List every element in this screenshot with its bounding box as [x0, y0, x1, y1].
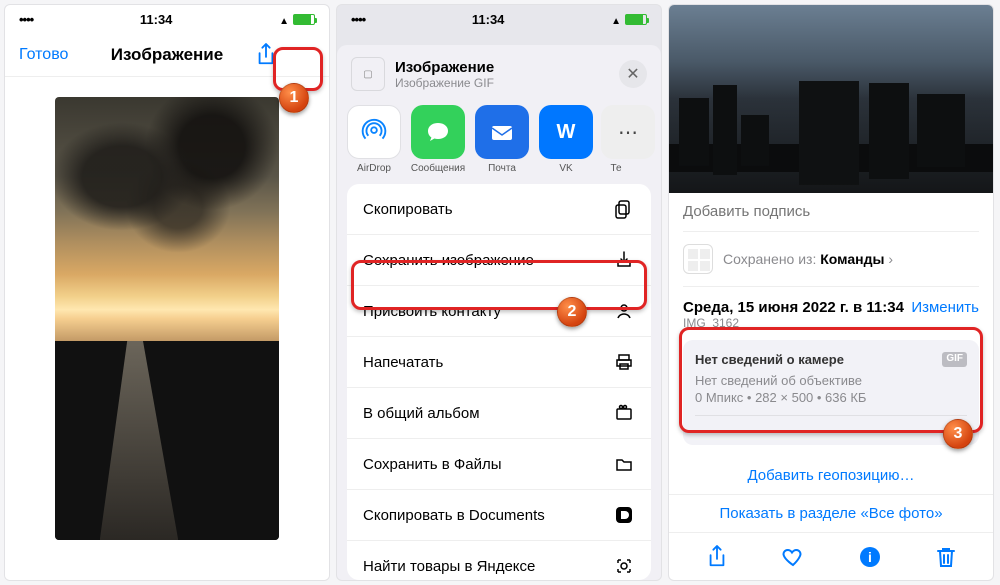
- sunset-image: [55, 97, 279, 540]
- signal-icon: [351, 12, 365, 27]
- photo-date: Среда, 15 июня 2022 г. в 11:34: [683, 299, 904, 316]
- saved-from-prefix: Сохранено из:: [723, 251, 820, 267]
- step-badge-3: 3: [943, 419, 973, 449]
- highlight-3: [679, 327, 983, 433]
- share-app-label: Почта: [473, 163, 531, 174]
- share-app-label: AirDrop: [345, 163, 403, 174]
- action-shared-album[interactable]: В общий альбом: [347, 388, 651, 439]
- trash-icon[interactable]: [935, 545, 957, 569]
- action-save-files[interactable]: Сохранить в Файлы: [347, 439, 651, 490]
- action-print[interactable]: Напечатать: [347, 337, 651, 388]
- shortcuts-icon: [683, 244, 713, 274]
- share-mail[interactable]: Почта: [473, 105, 531, 172]
- wifi-icon: [611, 12, 621, 27]
- sheet-subtitle: Изображение GIF: [395, 76, 494, 90]
- action-label: В общий альбом: [363, 405, 480, 422]
- show-all-photos-button[interactable]: Показать в разделе «Все фото»: [669, 495, 993, 532]
- close-button[interactable]: ✕: [619, 60, 647, 88]
- action-label: Скопировать: [363, 201, 453, 218]
- action-label: Скопировать в Documents: [363, 507, 545, 524]
- caption-input[interactable]: [683, 203, 979, 220]
- step-badge-1: 1: [279, 83, 309, 113]
- done-button[interactable]: Готово: [19, 46, 79, 64]
- saved-from-row[interactable]: Сохранено из: Команды ›: [669, 232, 993, 286]
- action-label: Напечатать: [363, 354, 443, 371]
- status-bar: 11:34: [337, 5, 661, 33]
- album-icon: [613, 402, 635, 424]
- copy-icon: [613, 198, 635, 220]
- mail-icon: [475, 105, 529, 159]
- step-badge-2: 2: [557, 297, 587, 327]
- share-messages[interactable]: Сообщения: [409, 105, 467, 172]
- triptych-container: 11:34 Готово Изображение 1 11:34 ▢: [0, 0, 1000, 585]
- status-time: 11:34: [472, 12, 505, 27]
- share-app-label: VK: [537, 163, 595, 174]
- heart-icon[interactable]: [781, 545, 805, 569]
- status-bar: 11:34: [5, 5, 329, 33]
- panel-2: 11:34 ▢ Изображение Изображение GIF ✕ Ai…: [336, 4, 662, 581]
- highlight-2: [351, 260, 647, 310]
- lens-icon: [613, 555, 635, 577]
- share-more[interactable]: ⋯ Те: [601, 105, 631, 172]
- more-icon: ⋯: [601, 105, 655, 159]
- share-icon[interactable]: [706, 544, 728, 570]
- vk-icon: W: [539, 105, 593, 159]
- action-yandex-search[interactable]: Найти товары в Яндексе: [347, 541, 651, 580]
- action-label: Сохранить в Файлы: [363, 456, 502, 473]
- battery-icon: [293, 14, 315, 25]
- share-vk[interactable]: W VK: [537, 105, 595, 172]
- page-title: Изображение: [79, 45, 255, 65]
- actions-list: Скопировать Сохранить изображение Присво…: [347, 184, 651, 580]
- share-app-label: Сообщения: [409, 163, 467, 174]
- panel-3: Сохранено из: Команды › Среда, 15 июня 2…: [668, 4, 994, 581]
- photo-hero[interactable]: [669, 5, 993, 193]
- panel-1: 11:34 Готово Изображение 1: [4, 4, 330, 581]
- edit-date-button[interactable]: Изменить: [911, 299, 979, 316]
- sheet-title: Изображение: [395, 59, 494, 76]
- share-app-row: AirDrop Сообщения Почта W VK ⋯ Те: [337, 99, 661, 184]
- saved-from-app: Команды: [820, 251, 884, 267]
- airdrop-icon: [347, 105, 401, 159]
- share-sheet: ▢ Изображение Изображение GIF ✕ AirDrop …: [337, 45, 661, 580]
- action-label: Найти товары в Яндексе: [363, 558, 535, 575]
- battery-icon: [625, 14, 647, 25]
- documents-app-icon: [613, 504, 635, 526]
- info-icon[interactable]: i: [858, 545, 882, 569]
- file-thumb-icon: ▢: [351, 57, 385, 91]
- toolbar: i: [669, 532, 993, 580]
- signal-icon: [19, 12, 33, 27]
- sheet-header: ▢ Изображение Изображение GIF ✕: [337, 45, 661, 99]
- share-app-label: Те: [601, 163, 631, 174]
- folder-icon: [613, 453, 635, 475]
- svg-text:i: i: [868, 549, 872, 565]
- action-copy[interactable]: Скопировать: [347, 184, 651, 235]
- skyline-graphic: [669, 80, 993, 193]
- print-icon: [613, 351, 635, 373]
- add-geo-button[interactable]: Добавить геопозицию…: [669, 457, 993, 494]
- status-time: 11:34: [140, 12, 173, 27]
- caption-field[interactable]: [669, 193, 993, 231]
- share-airdrop[interactable]: AirDrop: [345, 105, 403, 172]
- action-copy-documents[interactable]: Скопировать в Documents: [347, 490, 651, 541]
- messages-icon: [411, 105, 465, 159]
- wifi-icon: [279, 12, 289, 27]
- date-row: Среда, 15 июня 2022 г. в 11:34 IMG_3162 …: [669, 287, 993, 332]
- image-preview[interactable]: [5, 77, 329, 580]
